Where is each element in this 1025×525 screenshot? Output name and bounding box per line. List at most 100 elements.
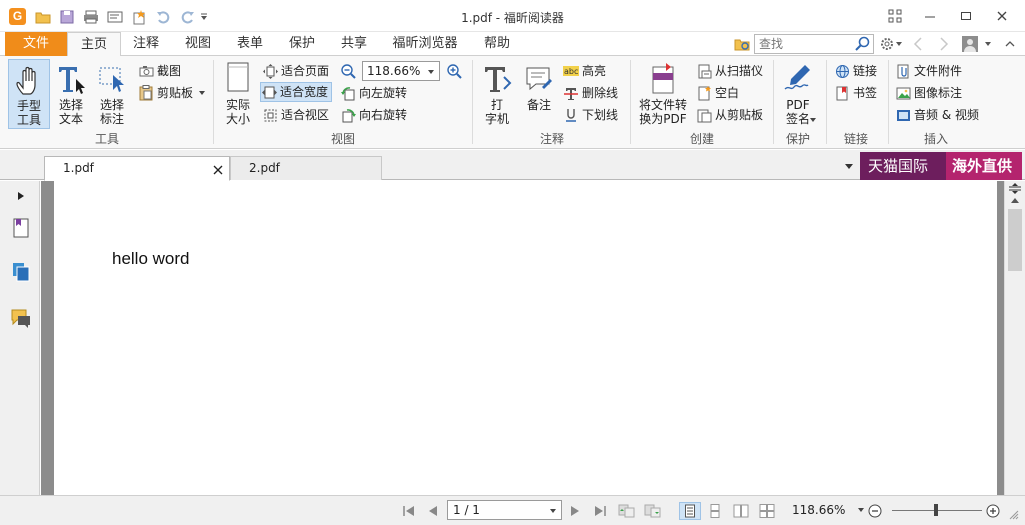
blank-page-label: 空白 — [715, 86, 740, 100]
collapse-ribbon-icon[interactable] — [1000, 34, 1020, 54]
convert-to-pdf-button[interactable]: 将文件转 换为PDF — [636, 59, 690, 129]
tab-protect[interactable]: 保护 — [279, 32, 325, 56]
tab-view[interactable]: 视图 — [175, 32, 221, 56]
scrollbar-thumb[interactable] — [1008, 209, 1022, 271]
facing-view-icon[interactable] — [731, 502, 751, 520]
resize-grip-icon[interactable] — [1007, 506, 1021, 524]
fullscreen-icon[interactable] — [880, 5, 910, 27]
settings-dropdown-icon[interactable] — [894, 34, 904, 54]
zoom-out-small-icon[interactable] — [866, 502, 884, 520]
zoom-dropdown-icon — [428, 70, 434, 74]
fit-visible-button[interactable]: 适合视区 — [262, 105, 329, 125]
vertical-scrollbar[interactable] — [1004, 181, 1025, 495]
customize-quick-access-icon[interactable] — [198, 7, 210, 27]
pdf-sign-pen-icon — [778, 59, 818, 95]
page-dropdown-icon — [550, 509, 556, 513]
tab-form[interactable]: 表单 — [227, 32, 273, 56]
ad-banner[interactable]: 天猫国际 海外直供 — [860, 152, 1022, 180]
highlight-button[interactable]: abc 高亮 — [563, 61, 606, 81]
close-button[interactable] — [987, 5, 1017, 27]
fit-page-button[interactable]: 适合页面 — [262, 61, 329, 81]
last-page-icon[interactable] — [591, 502, 609, 520]
file-attachment-button[interactable]: 文件附件 — [895, 61, 962, 81]
maximize-button[interactable] — [951, 5, 981, 27]
redo-icon[interactable] — [177, 7, 197, 27]
snapshot-button[interactable]: 截图 — [138, 61, 181, 81]
bookmark-button[interactable]: 书签 — [834, 83, 877, 103]
tab-comment[interactable]: 注释 — [123, 32, 169, 56]
fit-width-button[interactable]: 适合宽度 — [260, 82, 333, 102]
zoom-menu-dropdown-icon[interactable] — [857, 507, 865, 513]
clipboard-button[interactable]: 剪贴板 — [138, 83, 207, 103]
split-view-icon[interactable] — [1009, 183, 1021, 195]
tab-share[interactable]: 共享 — [331, 32, 377, 56]
back-arrow-icon[interactable] — [908, 34, 928, 54]
tab-home[interactable]: 主页 — [67, 32, 121, 57]
page-text[interactable]: hello word — [112, 249, 190, 269]
app-logo-icon[interactable]: G — [9, 8, 26, 25]
new-document-icon[interactable] — [129, 7, 149, 27]
rotate-left-button[interactable]: 向左旋转 — [340, 83, 407, 103]
link-button[interactable]: 链接 — [834, 61, 877, 81]
previous-view-icon[interactable] — [617, 502, 637, 520]
continuous-facing-view-icon[interactable] — [757, 502, 777, 520]
tab-foxit-browser[interactable]: 福昕浏览器 — [383, 32, 467, 56]
single-page-view-icon[interactable] — [679, 502, 701, 520]
scroll-up-icon[interactable] — [1010, 196, 1020, 204]
account-dropdown-icon[interactable] — [982, 34, 994, 54]
first-page-icon[interactable] — [400, 502, 418, 520]
from-scanner-button[interactable]: 从扫描仪 — [696, 61, 763, 81]
typewriter-button[interactable]: 打 字机 — [478, 59, 516, 129]
forward-arrow-icon[interactable] — [934, 34, 954, 54]
film-icon — [895, 107, 911, 123]
minimize-button[interactable] — [915, 5, 945, 27]
actual-size-button[interactable]: 实际 大小 — [220, 59, 256, 129]
next-view-icon[interactable] — [643, 502, 663, 520]
previous-page-icon[interactable] — [424, 502, 442, 520]
zoom-in-small-icon[interactable] — [984, 502, 1002, 520]
user-avatar-icon[interactable] — [960, 34, 980, 54]
zoom-select[interactable]: 118.66% — [362, 61, 440, 81]
search-icon[interactable] — [853, 34, 873, 54]
tab-file[interactable]: 文件 — [5, 32, 67, 56]
doc-tab-1[interactable]: 1.pdf — [44, 156, 230, 181]
audio-video-button[interactable]: 音频 & 视频 — [895, 105, 979, 125]
fit-width-icon — [261, 84, 277, 100]
expand-pane-arrow-icon[interactable] — [10, 185, 32, 207]
note-button[interactable]: 备注 — [520, 59, 558, 129]
zoom-in-icon[interactable] — [444, 61, 464, 81]
strikeout-button[interactable]: 删除线 — [563, 83, 618, 103]
zoom-slider-thumb[interactable] — [934, 504, 938, 516]
scanner-icon — [696, 63, 712, 79]
document-viewport[interactable]: hello word — [41, 181, 1004, 495]
bookmarks-panel-icon[interactable] — [10, 217, 32, 239]
select-annotation-button[interactable]: 选择 标注 — [92, 59, 132, 129]
blank-page-button[interactable]: 空白 — [696, 83, 739, 103]
page-number-input[interactable]: 1 / 1 — [447, 500, 562, 520]
undo-icon[interactable] — [154, 7, 174, 27]
comments-panel-icon[interactable] — [10, 307, 32, 329]
print-icon[interactable] — [81, 7, 101, 27]
tab-help[interactable]: 帮助 — [474, 32, 520, 56]
select-text-button[interactable]: 选择 文本 — [52, 59, 90, 129]
tab-list-dropdown-icon[interactable] — [844, 163, 854, 171]
zoom-out-icon[interactable] — [338, 61, 358, 81]
rotate-right-button[interactable]: 向右旋转 — [340, 105, 407, 125]
select-annotation-icon — [92, 59, 132, 95]
underline-button[interactable]: 下划线 — [563, 105, 618, 125]
find-folder-icon[interactable] — [732, 34, 752, 54]
hand-tool-button[interactable]: 手型 工具 — [8, 59, 50, 129]
open-folder-icon[interactable] — [33, 7, 53, 27]
next-page-icon[interactable] — [566, 502, 584, 520]
properties-icon[interactable] — [105, 7, 125, 27]
pdf-page[interactable]: hello word — [54, 181, 997, 495]
close-tab-icon[interactable] — [213, 165, 223, 175]
pages-panel-icon[interactable] — [10, 261, 32, 283]
doc-tab-2[interactable]: 2.pdf — [230, 156, 382, 180]
from-clipboard-button[interactable]: 从剪贴板 — [696, 105, 763, 125]
continuous-view-icon[interactable] — [706, 502, 724, 520]
zoom-percentage[interactable]: 118.66% — [792, 503, 845, 517]
image-annotation-button[interactable]: 图像标注 — [895, 83, 962, 103]
save-icon[interactable] — [57, 7, 77, 27]
pdf-sign-dropdown-icon[interactable] — [809, 117, 817, 123]
